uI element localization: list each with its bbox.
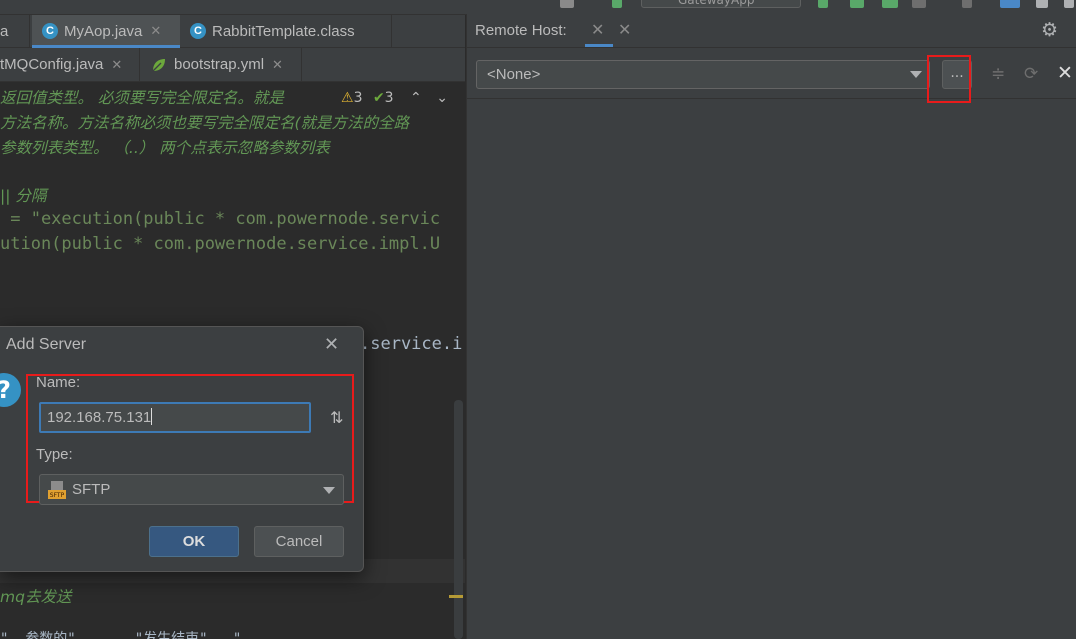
tab-label: MyAop.java: [64, 22, 143, 40]
name-label: Name:: [36, 374, 81, 391]
close-icon[interactable]: ✕: [591, 20, 604, 39]
stop-icon[interactable]: [962, 0, 972, 8]
close-icon[interactable]: ✕: [111, 57, 122, 73]
type-label: Type:: [36, 446, 73, 463]
sftp-icon: SFTP: [48, 481, 66, 499]
close-icon[interactable]: ✕: [150, 23, 161, 39]
user-icon[interactable]: [560, 0, 574, 8]
code-line: mq去发送: [0, 588, 72, 606]
close-icon[interactable]: ✕: [272, 57, 283, 73]
tab-underline: [585, 44, 613, 47]
text-caret: [151, 408, 153, 425]
tab-partial[interactable]: a: [0, 15, 30, 47]
debug-icon[interactable]: [850, 0, 864, 8]
dialog-title: Add Server: [6, 336, 87, 353]
close-icon[interactable]: ✕: [324, 334, 339, 355]
ok-button[interactable]: OK: [149, 526, 239, 557]
remote-host-select[interactable]: <None>: [476, 60, 930, 89]
remote-host-panel: Remote Host: ✕ ✕ ⚙ <None> ... ≑ ⟳ ✕: [466, 14, 1076, 639]
code-line: " 参数的" "发生结束" ": [0, 631, 284, 639]
weak-warning-count: 3: [384, 90, 394, 106]
close-icon[interactable]: ✕: [1057, 62, 1073, 84]
type-value: SFTP: [72, 481, 111, 498]
main-toolbar-strip: GatewayApp: [0, 0, 1076, 15]
class-c-icon: C: [190, 23, 206, 39]
chevron-up-icon[interactable]: ⌃: [410, 90, 422, 106]
code-line: 方法名称。方法名称必须也要写完全限定名(就是方法的全路: [0, 114, 410, 132]
panel-title: Remote Host:: [475, 22, 567, 39]
swap-icon[interactable]: ⇅: [330, 408, 343, 427]
chevron-down-icon: [323, 487, 335, 494]
code-line: ution(public * com.powernode.service.imp…: [0, 234, 441, 254]
code-line: 返回值类型。 必须要写完全限定名。就是: [0, 89, 284, 107]
server-name-input[interactable]: 192.168.75.131: [39, 402, 311, 433]
code-line: .service.i: [360, 334, 463, 354]
chevron-down-icon[interactable]: ⌄: [436, 90, 448, 106]
editor-scrollbar[interactable]: [454, 400, 463, 639]
tab-bootstrap[interactable]: bootstrap.yml ✕: [142, 48, 302, 81]
remote-host-toolbar: <None> ... ≑ ⟳ ✕: [467, 48, 1076, 103]
change-marker: [449, 595, 463, 598]
weak-warning-icon: ✔: [372, 90, 385, 106]
cancel-button[interactable]: Cancel: [254, 526, 344, 557]
svg-text:SFTP: SFTP: [50, 492, 65, 499]
chevron-down-icon: [910, 71, 922, 78]
settings-icon[interactable]: [1064, 0, 1074, 8]
editor-tabs-row-1: a C MyAop.java ✕ C RabbitTemplate.class: [0, 15, 465, 48]
translate-icon[interactable]: [1000, 0, 1020, 8]
server-type-select[interactable]: SFTP SFTP: [39, 474, 344, 505]
name-value: 192.168.75.131: [47, 409, 152, 426]
editor-tabs-row-2: tMQConfig.java ✕ bootstrap.yml ✕: [0, 48, 465, 82]
inspection-widget[interactable]: ⚠3 ✔3 ⌃ ⌄: [341, 90, 448, 106]
profile-icon[interactable]: [912, 0, 926, 8]
tab-label: bootstrap.yml: [174, 56, 265, 73]
selected-host: <None>: [487, 66, 541, 83]
collapse-all-icon[interactable]: ≑: [991, 64, 1005, 84]
code-line: = "execution(public * com.powernode.serv…: [0, 209, 441, 229]
spring-leaf-icon: [152, 58, 165, 71]
coverage-icon[interactable]: [882, 0, 898, 8]
run-icon[interactable]: [818, 0, 828, 8]
tab-myaop[interactable]: C MyAop.java ✕: [32, 15, 180, 48]
add-server-dialog: Add Server ✕ ? Name: 192.168.75.131 ⇅ Ty…: [0, 326, 364, 572]
build-icon[interactable]: [612, 0, 622, 8]
remote-host-header: Remote Host: ✕ ✕ ⚙: [467, 14, 1076, 48]
search-icon[interactable]: [1036, 0, 1048, 8]
tab-mqconfig[interactable]: tMQConfig.java ✕: [0, 48, 140, 81]
highlight-box: [927, 55, 971, 103]
help-icon: ?: [0, 373, 21, 407]
tab-label: a: [0, 22, 9, 40]
tab-label: tMQConfig.java: [0, 56, 104, 73]
run-config-selector[interactable]: GatewayApp: [641, 0, 801, 8]
gear-icon[interactable]: ⚙: [1041, 19, 1058, 41]
tab-rabbittemplate[interactable]: C RabbitTemplate.class: [182, 15, 392, 47]
warning-icon: ⚠: [341, 90, 354, 106]
code-line: || 分隔: [0, 187, 47, 205]
tab-label: RabbitTemplate.class: [212, 22, 355, 40]
close-icon[interactable]: ✕: [618, 20, 631, 39]
code-line: 参数列表类型。 （..） 两个点表示忽略参数列表: [0, 139, 330, 157]
warning-count: 3: [353, 90, 363, 106]
refresh-icon[interactable]: ⟳: [1024, 64, 1038, 84]
class-c-icon: C: [42, 23, 58, 39]
